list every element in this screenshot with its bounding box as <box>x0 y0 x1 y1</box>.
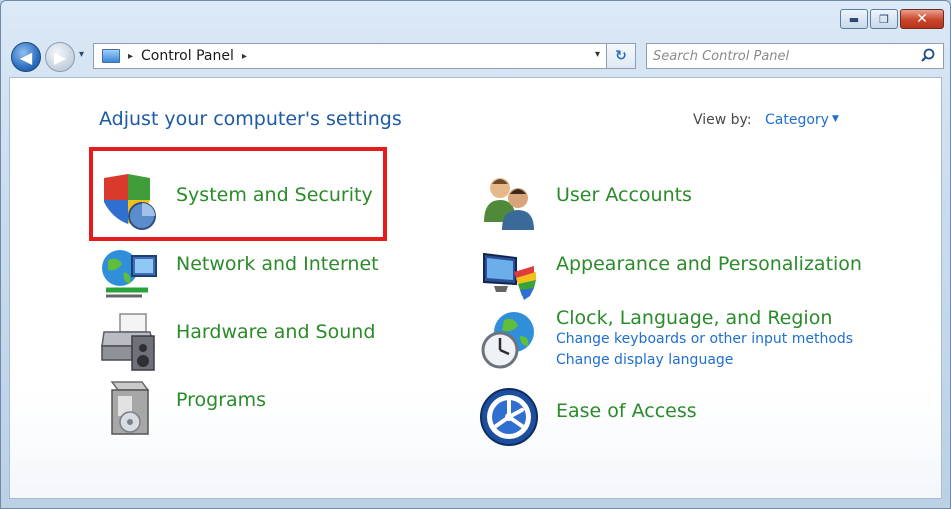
category-ease-of-access[interactable]: Ease of Access <box>556 400 697 422</box>
caption-buttons: ▬ ❐ ✕ <box>840 9 944 29</box>
programs-box-icon[interactable] <box>98 376 158 436</box>
view-by-dropdown[interactable]: Category <box>765 112 829 128</box>
minimize-button[interactable]: ▬ <box>840 9 868 29</box>
search-icon[interactable] <box>921 48 935 66</box>
control-panel-window: ▬ ❐ ✕ ◀ ▶ ▾ ▸ Control Panel ▸ ▾ ↻ Adjust… <box>0 0 951 509</box>
view-by-label: View by: <box>693 112 752 128</box>
category-title[interactable]: Network and Internet <box>176 253 379 275</box>
category-title[interactable]: Programs <box>176 389 266 411</box>
category-title[interactable]: Clock, Language, and Region <box>556 307 832 329</box>
category-programs[interactable]: Programs <box>176 389 266 411</box>
recent-pages-dropdown-icon[interactable]: ▾ <box>79 49 84 60</box>
highlight-box <box>89 147 387 241</box>
category-appearance-and-personalization[interactable]: Appearance and Personalization <box>556 253 862 275</box>
category-title[interactable]: User Accounts <box>556 184 692 206</box>
category-title[interactable]: Appearance and Personalization <box>556 253 862 275</box>
users-icon[interactable] <box>478 170 538 230</box>
category-user-accounts[interactable]: User Accounts <box>556 184 692 206</box>
breadcrumb-arrow-icon[interactable]: ▸ <box>242 51 247 62</box>
ease-of-access-icon[interactable] <box>478 386 538 446</box>
printer-speaker-icon[interactable] <box>98 310 158 371</box>
search-input[interactable] <box>653 48 913 64</box>
refresh-button[interactable]: ↻ <box>606 43 636 69</box>
category-network-and-internet[interactable]: Network and Internet <box>176 253 379 275</box>
breadcrumb-arrow-icon[interactable]: ▸ <box>128 51 133 62</box>
category-title[interactable]: Hardware and Sound <box>176 321 375 343</box>
address-dropdown-icon[interactable]: ▾ <box>595 49 600 60</box>
globe-network-icon[interactable] <box>98 242 158 302</box>
page-title: Adjust your computer's settings <box>99 108 402 130</box>
category-hardware-and-sound[interactable]: Hardware and Sound <box>176 321 375 343</box>
forward-button[interactable]: ▶ <box>45 42 75 72</box>
category-title[interactable]: Ease of Access <box>556 400 697 422</box>
change-display-language-link[interactable]: Change display language <box>556 350 853 371</box>
chevron-down-icon[interactable]: ▼ <box>832 114 839 124</box>
monitor-palette-icon[interactable] <box>478 242 538 302</box>
change-keyboards-link[interactable]: Change keyboards or other input methods <box>556 329 853 350</box>
address-bar[interactable]: ▸ Control Panel ▸ ▾ <box>93 43 607 69</box>
maximize-button[interactable]: ❐ <box>870 9 898 29</box>
category-clock-language-and-region[interactable]: Clock, Language, and Region Change keybo… <box>556 307 853 371</box>
close-button[interactable]: ✕ <box>900 9 944 29</box>
search-box[interactable] <box>646 43 944 69</box>
navigation-bar: ◀ ▶ ▾ ▸ Control Panel ▸ ▾ ↻ <box>9 39 944 73</box>
control-panel-icon <box>102 49 120 63</box>
breadcrumb-control-panel[interactable]: Control Panel <box>141 48 234 64</box>
back-button[interactable]: ◀ <box>11 42 41 72</box>
globe-clock-icon[interactable] <box>478 308 538 369</box>
content-area: Adjust your computer's settings View by:… <box>9 77 942 499</box>
